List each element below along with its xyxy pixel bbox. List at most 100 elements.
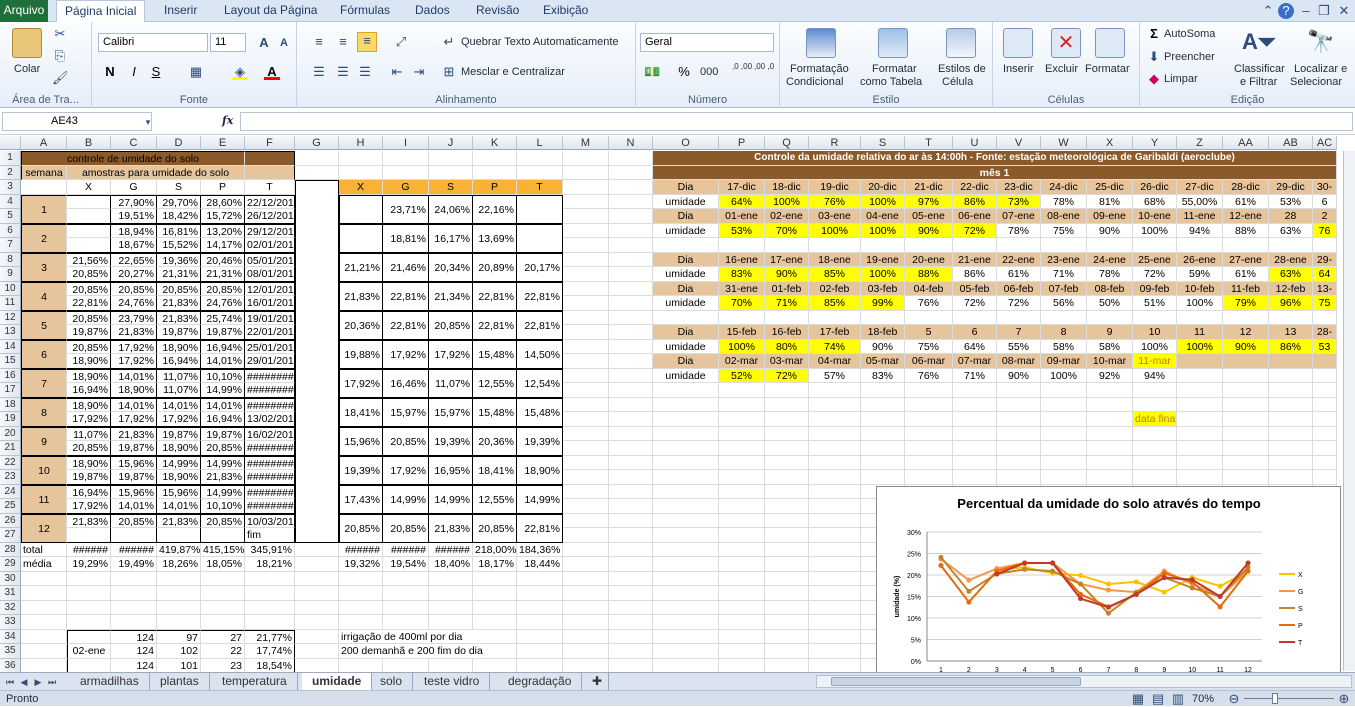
row-header[interactable]: 29 — [0, 557, 21, 572]
grid-cell[interactable] — [1313, 412, 1337, 427]
dia-label[interactable]: Dia — [653, 354, 719, 369]
grid-cell[interactable] — [1223, 441, 1269, 456]
humidity-value[interactable]: 51% — [1133, 296, 1177, 311]
humidity-value[interactable]: 55,00% — [1177, 194, 1223, 209]
avg-value[interactable]: 15,48% — [473, 339, 517, 369]
day-cell[interactable]: 17-ene — [765, 252, 809, 267]
humidity-value[interactable]: 63% — [1269, 267, 1313, 282]
find-select-icon[interactable]: 🔭 — [1306, 28, 1336, 58]
soil-sample-value[interactable]: 18,90% — [67, 397, 111, 412]
soil-sample-value[interactable]: 14,01% — [111, 368, 157, 383]
humidity-value[interactable]: 57% — [809, 368, 861, 383]
row-header[interactable]: 16 — [0, 368, 21, 383]
grid-cell[interactable] — [861, 238, 905, 253]
row-header[interactable]: 19 — [0, 412, 21, 427]
day-cell[interactable]: 12-feb — [1269, 281, 1313, 296]
separator-box[interactable] — [295, 180, 339, 543]
soil-sample-date[interactable]: 22/01/2019 — [245, 325, 295, 340]
day-cell[interactable]: 11-mar — [1133, 354, 1177, 369]
soil-sample-value[interactable] — [157, 528, 201, 543]
avg-value[interactable]: 22,81% — [383, 281, 429, 311]
grid-cell[interactable] — [809, 528, 861, 543]
row-header[interactable]: 11 — [0, 296, 21, 311]
grid-cell[interactable] — [1041, 412, 1087, 427]
grid-cell[interactable] — [157, 600, 201, 615]
soil-sample-value[interactable]: 15,96% — [111, 455, 157, 470]
day-cell[interactable]: 11-ene — [1177, 209, 1223, 224]
fill-icon[interactable]: ⬇ — [1146, 49, 1162, 65]
day-cell[interactable]: 29-dic — [1269, 180, 1313, 195]
day-cell[interactable]: 29- — [1313, 252, 1337, 267]
soil-sample-value[interactable]: 15,72% — [201, 209, 245, 224]
week-label[interactable]: 9 — [21, 426, 67, 456]
grid-cell[interactable] — [861, 441, 905, 456]
avg-value[interactable]: 20,89% — [473, 252, 517, 282]
irrigation-value[interactable] — [67, 658, 111, 672]
humidity-value[interactable]: 71% — [953, 368, 997, 383]
grid-cell[interactable] — [1041, 455, 1087, 470]
select-all-corner[interactable] — [0, 136, 21, 150]
soil-sample-value[interactable]: 10,10% — [201, 368, 245, 383]
grid-cell[interactable] — [905, 397, 953, 412]
humidity-value[interactable]: 72% — [953, 296, 997, 311]
grid-cell[interactable] — [609, 528, 653, 543]
soil-sample-value[interactable]: 14,01% — [111, 397, 157, 412]
total-value[interactable]: 345,91% — [245, 542, 295, 557]
grid-cell[interactable] — [111, 571, 157, 586]
grid-cell[interactable] — [1177, 412, 1223, 427]
page-break-view-icon[interactable]: ▥ — [1170, 691, 1186, 707]
soil-sample-value[interactable]: 25,74% — [201, 310, 245, 325]
row-header[interactable]: 2 — [0, 165, 21, 180]
page-layout-view-icon[interactable]: ▤ — [1150, 691, 1166, 707]
grid-cell[interactable] — [809, 238, 861, 253]
umidade-label[interactable]: umidade — [653, 339, 719, 354]
soil-sample-value[interactable]: 18,94% — [111, 223, 157, 238]
grid-cell[interactable] — [653, 383, 719, 398]
avg-value[interactable]: 18,41% — [339, 397, 383, 427]
font-color-icon[interactable]: A — [264, 64, 280, 80]
soil-sample-value[interactable]: 22,65% — [111, 252, 157, 267]
soil-sample-value[interactable]: 20,85% — [67, 441, 111, 456]
align-bottom-icon[interactable]: ≡ — [357, 32, 377, 52]
humidity-value[interactable]: 72% — [997, 296, 1041, 311]
row-header[interactable]: 21 — [0, 441, 21, 456]
grid-cell[interactable] — [653, 658, 719, 672]
day-cell[interactable]: 11 — [1177, 325, 1223, 340]
thousands-button[interactable]: 000 — [700, 66, 718, 78]
sheet-tab-teste-vidro[interactable]: teste vidro — [414, 673, 491, 690]
humidity-value[interactable]: 76% — [809, 194, 861, 209]
grid-cell[interactable] — [653, 615, 719, 630]
umidade-label[interactable]: umidade — [653, 368, 719, 383]
week-label[interactable]: 5 — [21, 310, 67, 340]
samples-header-pad[interactable] — [245, 165, 295, 180]
umidade-label[interactable]: umidade — [653, 296, 719, 311]
avg-value[interactable]: 16,95% — [429, 455, 473, 485]
decrease-decimal-button[interactable]: ,00 ,0 — [754, 62, 776, 71]
grid-cell[interactable] — [473, 151, 517, 166]
day-cell[interactable] — [1177, 354, 1223, 369]
avg-value[interactable]: 14,99% — [517, 484, 563, 514]
grid-cell[interactable] — [809, 412, 861, 427]
avg-value[interactable]: 17,92% — [339, 368, 383, 398]
soil-sample-value[interactable]: 16,94% — [67, 484, 111, 499]
soil-sample-value[interactable]: 17,92% — [67, 499, 111, 514]
grid-cell[interactable] — [1223, 426, 1269, 441]
grid-cell[interactable] — [653, 397, 719, 412]
total-value[interactable]: ###### — [67, 542, 111, 557]
week-label[interactable]: 2 — [21, 223, 67, 253]
grid-cell[interactable] — [295, 542, 339, 557]
grid-cell[interactable] — [563, 325, 609, 340]
grid-cell[interactable] — [809, 310, 861, 325]
avg-value[interactable]: 13,69% — [473, 223, 517, 253]
day-cell[interactable]: 5 — [905, 325, 953, 340]
row-header[interactable]: 17 — [0, 383, 21, 398]
soil-sample-date[interactable]: ######## — [245, 499, 295, 514]
data-final-label[interactable]: data final — [1133, 412, 1177, 427]
grid-cell[interactable] — [609, 281, 653, 296]
grid-cell[interactable] — [861, 412, 905, 427]
sheet-tab-plantas[interactable]: plantas — [150, 673, 210, 690]
day-cell[interactable]: 17-dic — [719, 180, 765, 195]
soil-sample-value[interactable]: 18,90% — [157, 339, 201, 354]
grid-cell[interactable] — [609, 165, 653, 180]
avg-value[interactable]: 22,81% — [473, 281, 517, 311]
